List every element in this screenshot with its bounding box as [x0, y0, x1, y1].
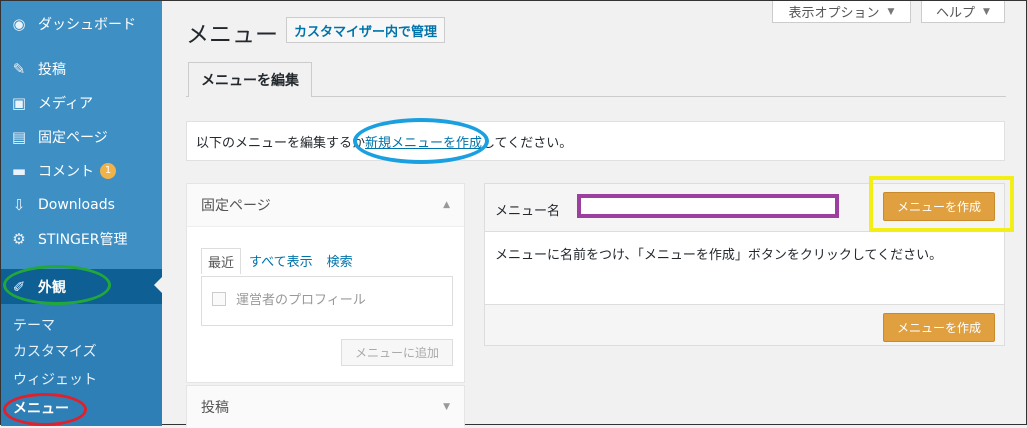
tab-edit-menus[interactable]: メニューを編集 [188, 62, 312, 97]
posts-panel-header[interactable]: 投稿 ▼ [187, 386, 464, 428]
posts-panel-title: 投稿 [201, 400, 229, 416]
sidebar-item-label: Downloads [38, 197, 115, 213]
yellow-highlight-box [869, 176, 1014, 232]
menu-body: メニューに名前をつけ、「メニューを作成」ボタンをクリックしてください。 [485, 232, 1004, 305]
sidebar-item-label: STINGER管理 [38, 232, 128, 248]
sidebar-item-label: 投稿 [38, 62, 66, 78]
tab-search[interactable]: 検索 [321, 248, 359, 274]
chevron-down-icon: ▼ [887, 6, 895, 17]
admin-sidebar: ◉ ダッシュボード ✎ 投稿 ▣ メディア ▤ 固定ページ ▬ コメント 1 ⇩… [1, 1, 162, 426]
collapse-down-icon: ▼ [443, 402, 450, 412]
download-icon: ⇩ [12, 196, 26, 214]
screen-options-button[interactable]: 表示オプション ▼ [772, 1, 911, 23]
notice-text-before: 以下のメニューを編集するか [196, 135, 366, 151]
tab-view-all[interactable]: すべて表示 [243, 248, 319, 274]
sidebar-item-label: ダッシュボード [38, 17, 136, 33]
active-arrow-icon [154, 277, 162, 293]
chevron-down-icon: ▼ [983, 6, 990, 17]
notice-text-after: してください。 [482, 135, 573, 151]
help-label: ヘルプ [936, 6, 976, 21]
green-highlight-ellipse [3, 265, 111, 305]
manage-in-customizer-button[interactable]: カスタマイザー内で管理 [286, 17, 446, 43]
blue-highlight-ellipse [353, 118, 489, 164]
sidebar-item-comments[interactable]: ▬ コメント 1 [1, 155, 162, 187]
page-checkbox-row[interactable]: 運営者のプロフィール [212, 289, 366, 308]
sidebar-item-downloads[interactable]: ⇩ Downloads [1, 189, 162, 221]
posts-panel: 投稿 ▼ [186, 385, 465, 428]
menu-name-input[interactable] [577, 194, 839, 218]
add-to-menu-button[interactable]: メニューに追加 [341, 339, 453, 366]
sidebar-item-label: メディア [38, 96, 94, 112]
sidebar-item-label: 固定ページ [38, 130, 108, 146]
comment-count-badge: 1 [100, 163, 116, 179]
sidebar-item-posts[interactable]: ✎ 投稿 [1, 53, 162, 85]
pages-panel: 固定ページ ▲ 最近 すべて表示 検索 運営者のプロフィール メニューに追加 [186, 183, 465, 383]
red-highlight-ellipse [3, 393, 87, 426]
collapse-up-icon: ▲ [443, 200, 450, 210]
submenu-item-widgets[interactable]: ウィジェット [13, 369, 97, 389]
help-button[interactable]: ヘルプ ▼ [921, 1, 1005, 23]
sidebar-item-dashboard[interactable]: ◉ ダッシュボード [1, 8, 162, 40]
pages-list-box: 運営者のプロフィール [201, 276, 453, 326]
menu-instruction: メニューに名前をつけ、「メニューを作成」ボタンをクリックしてください。 [495, 248, 943, 263]
sidebar-item-label: コメント [38, 164, 94, 180]
menu-name-label: メニュー名 [495, 204, 561, 219]
page-icon: ▤ [11, 128, 27, 146]
page-checkbox[interactable] [212, 291, 226, 306]
screen-options-label: 表示オプション [788, 6, 880, 21]
sidebar-item-pages[interactable]: ▤ 固定ページ [1, 121, 162, 153]
pin-icon: ✎ [12, 60, 26, 78]
sidebar-item-stinger[interactable]: ⚙ STINGER管理 [1, 223, 162, 255]
submenu-item-themes[interactable]: テーマ [13, 315, 55, 335]
tab-recent[interactable]: 最近 [201, 248, 242, 274]
sidebar-item-media[interactable]: ▣ メディア [1, 87, 162, 119]
page-title: メニュー [186, 22, 278, 48]
create-menu-button-bottom[interactable]: メニューを作成 [883, 313, 995, 342]
gear-icon: ⚙ [12, 230, 26, 248]
comment-icon: ▬ [11, 162, 27, 180]
dashboard-icon: ◉ [12, 15, 26, 33]
pages-tabs: 最近 すべて表示 検索 [201, 248, 361, 274]
edit-notice: 以下のメニューを編集するか 新規メニューを作成 してください。 [186, 121, 1005, 161]
pages-panel-title: 固定ページ [201, 198, 271, 214]
media-icon: ▣ [11, 94, 27, 112]
page-checkbox-label: 運営者のプロフィール [236, 293, 366, 308]
pages-panel-header[interactable]: 固定ページ ▲ [187, 184, 464, 227]
submenu-item-customize[interactable]: カスタマイズ [13, 341, 97, 361]
